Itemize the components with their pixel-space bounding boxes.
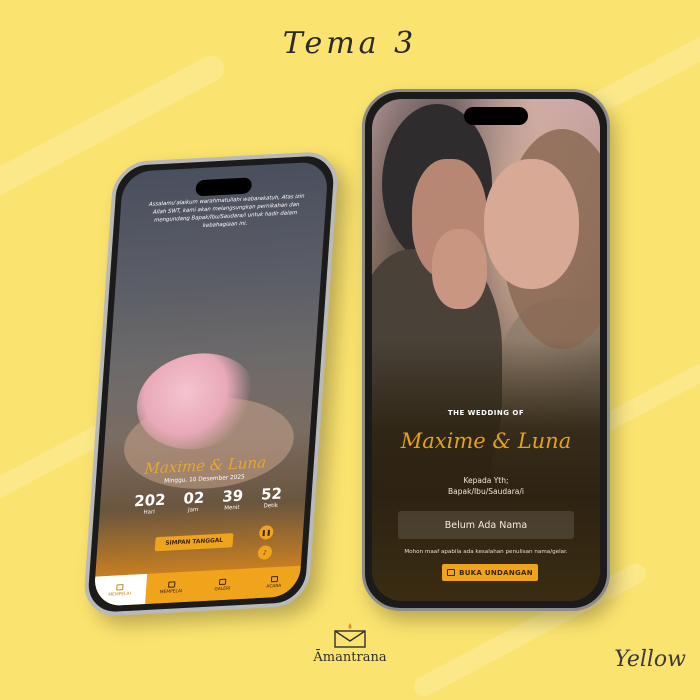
sound-icon[interactable]: ♪ bbox=[257, 545, 273, 560]
save-date-button[interactable]: SIMPAN TANGGAL bbox=[154, 533, 234, 552]
countdown-seconds: 52 Detik bbox=[260, 484, 283, 510]
countdown: 202 Hari 02 Jam 39 Menit 52 Detik bbox=[133, 484, 283, 516]
dynamic-island bbox=[195, 177, 253, 197]
nav-item-gallery[interactable]: GALERI bbox=[196, 568, 249, 601]
home-screen: Assalamu'alaikum warahmatullahi wabaraka… bbox=[93, 161, 329, 607]
countdown-days: 202 Hari bbox=[133, 490, 167, 516]
home-icon bbox=[116, 583, 124, 590]
recipient-label: Kepada Yth; Bapak/Ibu/Saudara/i bbox=[448, 476, 524, 496]
countdown-hours: 02 Jam bbox=[182, 488, 205, 514]
wedding-subtitle: THE WEDDING OF bbox=[447, 409, 525, 417]
envelope-logo-icon bbox=[332, 622, 368, 648]
brand-name: Āmantrana bbox=[313, 650, 387, 665]
gallery-icon bbox=[219, 578, 227, 585]
phone-cover: THE WEDDING OF Maxime & Luna Kepada Yth;… bbox=[362, 89, 610, 611]
envelope-icon bbox=[447, 569, 456, 576]
guest-name: Belum Ada Nama bbox=[398, 511, 574, 539]
nav-item-event[interactable]: ACARA bbox=[247, 566, 300, 599]
cover-screen: THE WEDDING OF Maxime & Luna Kepada Yth;… bbox=[372, 99, 600, 601]
open-invitation-button[interactable]: BUKA UNDANGAN bbox=[442, 564, 538, 581]
calendar-icon bbox=[270, 575, 278, 582]
theme-name: Yellow bbox=[614, 647, 686, 672]
dynamic-island bbox=[464, 107, 528, 125]
couple-name: Maxime & Luna bbox=[400, 429, 572, 453]
photo-fade bbox=[372, 339, 600, 601]
bottom-nav: MEMPELAI MEMPELAI GALERI ACARA bbox=[93, 565, 301, 607]
pause-icon[interactable]: ❚❚ bbox=[258, 525, 274, 540]
apology-note: Mohon maaf apabila ada kesalahan penulis… bbox=[404, 549, 568, 555]
brand-logo: Āmantrana bbox=[300, 622, 400, 665]
phone-home: Assalamu'alaikum warahmatullahi wabaraka… bbox=[82, 150, 340, 618]
nav-item-couple[interactable]: MEMPELAI bbox=[145, 571, 198, 604]
photo-shape bbox=[432, 229, 487, 309]
countdown-minutes: 39 Menit bbox=[221, 486, 244, 512]
couple-icon bbox=[167, 580, 176, 588]
nav-item-home[interactable]: MEMPELAI bbox=[93, 573, 147, 607]
photo-shape bbox=[484, 159, 579, 289]
page-title: Tema 3 bbox=[282, 26, 418, 61]
greeting-text: Assalamu'alaikum warahmatullahi wabaraka… bbox=[148, 193, 305, 230]
